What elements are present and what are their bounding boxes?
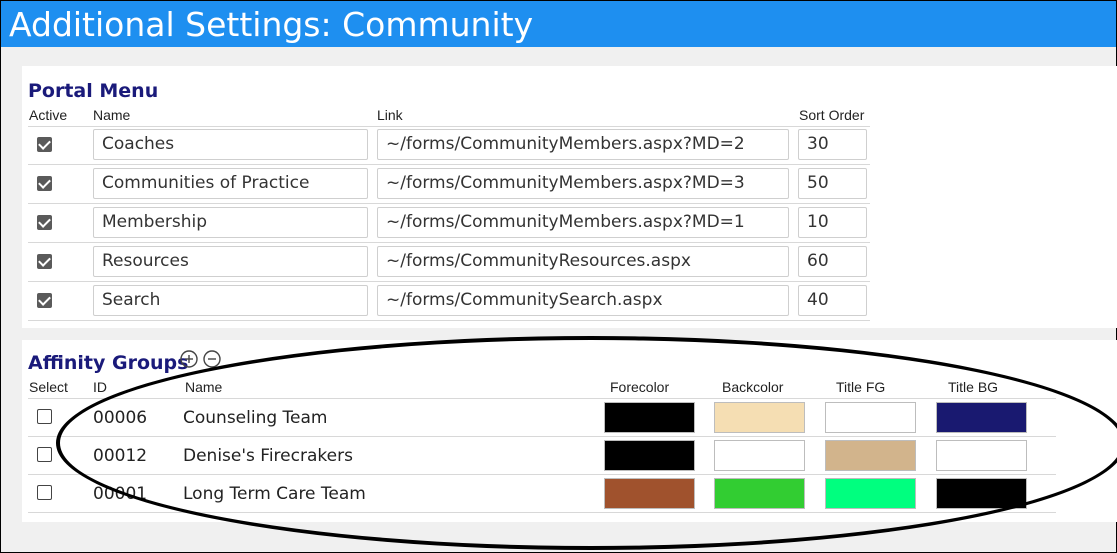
header-divider <box>28 126 870 127</box>
group-name: Counseling Team <box>183 408 328 428</box>
title-bg-swatch[interactable] <box>936 402 1027 433</box>
row-divider <box>28 281 870 282</box>
row-divider <box>28 242 870 243</box>
active-checkbox[interactable] <box>37 293 52 308</box>
row-divider <box>28 512 1056 513</box>
menu-name-field[interactable]: Communities of Practice <box>93 168 368 199</box>
col-forecolor-header: Forecolor <box>610 379 670 395</box>
menu-link-field[interactable]: ~/forms/CommunityMembers.aspx?MD=3 <box>377 168 789 199</box>
active-checkbox[interactable] <box>37 254 52 269</box>
group-id: 00012 <box>93 446 148 466</box>
menu-name-field[interactable]: Membership <box>93 207 368 238</box>
backcolor-swatch[interactable] <box>714 402 805 433</box>
col-title-bg-header: Title BG <box>948 379 999 395</box>
header-divider <box>28 398 1056 399</box>
sort-order-field[interactable]: 40 <box>798 285 867 316</box>
backcolor-swatch[interactable] <box>714 440 805 471</box>
sort-order-field[interactable]: 60 <box>798 246 867 277</box>
plus-circle-icon[interactable] <box>180 350 198 368</box>
menu-link-field[interactable]: ~/forms/CommunityResources.aspx <box>377 246 789 277</box>
row-divider <box>28 164 870 165</box>
menu-name-field[interactable]: Resources <box>93 246 368 277</box>
select-checkbox[interactable] <box>37 447 52 462</box>
window-title: Additional Settings: Community <box>1 1 1116 47</box>
menu-name-field[interactable]: Coaches <box>93 129 368 160</box>
row-divider <box>28 436 1056 437</box>
sort-order-field[interactable]: 50 <box>798 168 867 199</box>
row-divider <box>28 320 870 321</box>
col-active-header: Active <box>29 107 68 123</box>
minus-circle-icon[interactable] <box>203 350 221 368</box>
title-fg-swatch[interactable] <box>825 402 916 433</box>
col-sort-header: Sort Order <box>799 107 865 123</box>
active-checkbox[interactable] <box>37 176 52 191</box>
forecolor-swatch[interactable] <box>604 402 695 433</box>
row-divider <box>28 203 870 204</box>
title-bg-swatch[interactable] <box>936 440 1027 471</box>
affinity-groups-title: Affinity Groups <box>28 352 189 374</box>
col-group-name-header: Name <box>185 379 223 395</box>
group-name: Long Term Care Team <box>183 484 366 504</box>
group-id: 00001 <box>93 484 148 504</box>
select-checkbox[interactable] <box>37 485 52 500</box>
title-fg-swatch[interactable] <box>825 478 916 509</box>
title-fg-swatch[interactable] <box>825 440 916 471</box>
select-checkbox[interactable] <box>37 409 52 424</box>
backcolor-swatch[interactable] <box>714 478 805 509</box>
menu-name-field[interactable]: Search <box>93 285 368 316</box>
active-checkbox[interactable] <box>37 137 52 152</box>
menu-link-field[interactable]: ~/forms/CommunityMembers.aspx?MD=2 <box>377 129 789 160</box>
col-select-header: Select <box>29 379 68 395</box>
col-id-header: ID <box>93 379 107 395</box>
affinity-groups-panel: Affinity Groups Select ID Name Forecolor… <box>22 340 1117 522</box>
portal-menu-panel: Portal Menu Active Name Link Sort Order … <box>22 66 1117 328</box>
row-divider <box>28 474 1056 475</box>
active-checkbox[interactable] <box>37 215 52 230</box>
title-bg-swatch[interactable] <box>936 478 1027 509</box>
group-name: Denise's Firecrakers <box>183 446 353 466</box>
group-id: 00006 <box>93 408 148 428</box>
sort-order-field[interactable]: 30 <box>798 129 867 160</box>
menu-link-field[interactable]: ~/forms/CommunitySearch.aspx <box>377 285 789 316</box>
sort-order-field[interactable]: 10 <box>798 207 867 238</box>
forecolor-swatch[interactable] <box>604 478 695 509</box>
col-link-header: Link <box>377 107 403 123</box>
portal-menu-title: Portal Menu <box>28 80 159 102</box>
forecolor-swatch[interactable] <box>604 440 695 471</box>
col-title-fg-header: Title FG <box>836 379 886 395</box>
menu-link-field[interactable]: ~/forms/CommunityMembers.aspx?MD=1 <box>377 207 789 238</box>
col-backcolor-header: Backcolor <box>722 379 784 395</box>
col-name-header: Name <box>93 107 131 123</box>
